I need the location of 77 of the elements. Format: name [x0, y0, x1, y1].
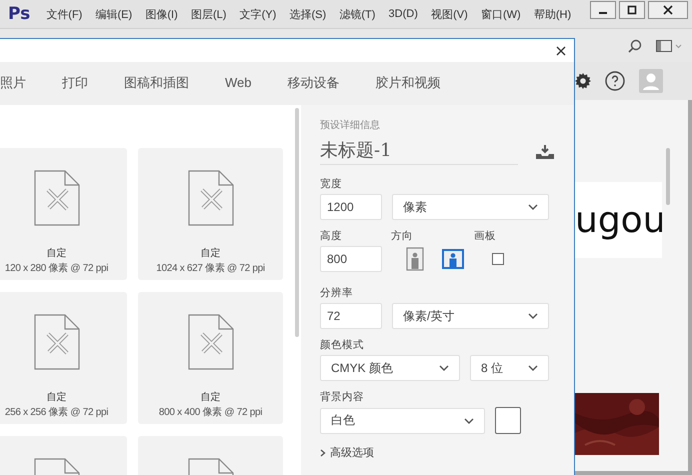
menu-item[interactable]: 帮助(H): [528, 4, 578, 24]
field-label: 宽度: [320, 177, 343, 191]
preset-size: 256 x 256 像素 @ 72 ppi: [4, 406, 108, 419]
preset-name: 自定: [200, 390, 220, 404]
document-icon: [34, 170, 80, 226]
portrait-button[interactable]: [406, 247, 424, 271]
preset-tab[interactable]: 打印: [62, 70, 88, 98]
menu-item[interactable]: 滤镜(T): [333, 4, 382, 24]
chevron-down-icon: [528, 365, 538, 371]
advanced-options-toggle[interactable]: 高级选项: [320, 445, 554, 460]
preset-name: 自定: [200, 246, 220, 260]
minimize-button[interactable]: [590, 1, 616, 19]
menu-item[interactable]: 窗口(W): [474, 4, 527, 24]
preset-size: 800 x 400 像素 @ 72 ppi: [158, 406, 262, 419]
preset-size: 1024 x 627 像素 @ 72 ppi: [156, 262, 265, 275]
resolution-field[interactable]: 72: [320, 303, 382, 329]
bit-depth-dropdown[interactable]: 8 位: [470, 355, 549, 381]
field-label: 高度: [320, 229, 343, 243]
help-icon[interactable]: [605, 71, 625, 91]
color-swatch[interactable]: [495, 407, 521, 434]
preset-card[interactable]: 自定 800 x 400 像素 @ 72 ppi: [138, 292, 283, 424]
search-icon[interactable]: [628, 38, 642, 52]
chevron-down-icon: [528, 313, 538, 319]
panel-layout-icon[interactable]: [656, 40, 682, 52]
landscape-button[interactable]: [442, 249, 464, 269]
field-label: 分辨率: [320, 286, 354, 300]
menu-item[interactable]: 文字(Y): [234, 4, 282, 24]
close-icon: [663, 5, 673, 15]
preset-tab[interactable]: 胶片和视频: [376, 70, 440, 98]
preset-card[interactable]: 自定 256 x 256 像素 @ 72 ppi: [0, 292, 127, 424]
chevron-down-icon: [528, 204, 538, 210]
field-label: 背景内容: [320, 390, 365, 404]
color-mode-dropdown[interactable]: CMYK 颜色: [320, 355, 460, 381]
chevron-down-icon: [464, 418, 474, 424]
close-button[interactable]: [648, 1, 688, 19]
menu-item[interactable]: 3D(D): [382, 6, 424, 22]
field-label: 画板: [474, 229, 496, 243]
preset-name: 自定: [46, 390, 66, 404]
menu-item[interactable]: 选择(S): [283, 4, 332, 24]
height-field[interactable]: 800: [320, 246, 382, 272]
close-icon[interactable]: [556, 46, 566, 56]
minimize-icon: [599, 12, 607, 14]
maximize-button[interactable]: [619, 1, 645, 19]
preset-tab[interactable]: 照片: [0, 70, 26, 98]
preset-tab[interactable]: 图稿和插图: [124, 70, 189, 98]
maximize-icon: [627, 5, 637, 15]
preset-name: 自定: [46, 246, 66, 260]
resolution-unit-dropdown[interactable]: 像素/英寸: [392, 303, 549, 329]
section-heading: 预设详细信息: [320, 118, 381, 132]
scrollbar[interactable]: [666, 148, 670, 205]
preset-tab[interactable]: Web: [225, 71, 252, 96]
preset-tab[interactable]: 移动设备: [288, 70, 340, 98]
preset-size: 120 x 280 像素 @ 72 ppi: [4, 262, 108, 275]
menu-item[interactable]: 图像(I): [139, 4, 184, 24]
menu-item[interactable]: 图层(L): [184, 4, 232, 24]
document-icon: [188, 314, 234, 370]
app-logo: Ps: [8, 4, 30, 24]
settings-icon[interactable]: [575, 73, 591, 89]
chevron-down-icon: [439, 365, 449, 371]
menu-item[interactable]: 视图(V): [425, 4, 474, 24]
document-icon: [188, 170, 234, 226]
artboard-checkbox[interactable]: [492, 253, 504, 265]
scrollbar[interactable]: [295, 108, 300, 337]
field-label: 方向: [391, 229, 414, 243]
menu-item[interactable]: 文件(F): [40, 4, 88, 24]
document-icon: [34, 314, 80, 370]
preset-card[interactable]: 自定 120 x 280 像素 @ 72 ppi: [0, 148, 127, 280]
background-dropdown[interactable]: 白色: [320, 408, 485, 434]
width-field[interactable]: 1200: [320, 194, 382, 220]
chevron-right-icon: [320, 448, 326, 456]
menu-item[interactable]: 编辑(E): [90, 4, 138, 24]
document-name-field[interactable]: 未标题-1: [320, 138, 518, 165]
canvas-text: ugou: [575, 182, 662, 258]
field-label: 颜色模式: [320, 338, 365, 352]
preset-card[interactable]: 自定 1024 x 627 像素 @ 72 ppi: [138, 148, 283, 280]
width-unit-dropdown[interactable]: 像素: [392, 194, 549, 220]
save-preset-icon[interactable]: [536, 144, 554, 158]
